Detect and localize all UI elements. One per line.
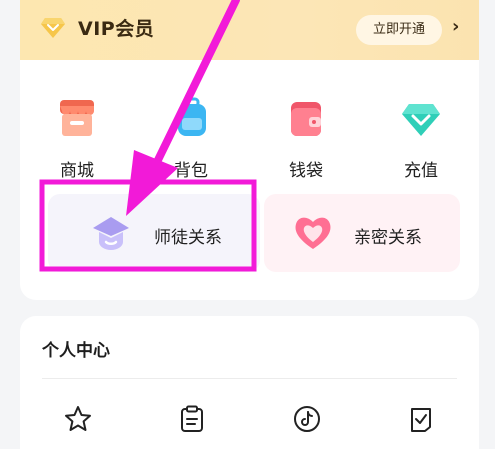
shop-icon <box>60 100 94 136</box>
grid-item-backpack[interactable]: 背包 <box>146 96 236 188</box>
clipboard-icon[interactable] <box>177 404 207 434</box>
feature-card: VIP会员 立即开通 › 商城 背包 钱袋 充值 师徒关系 亲密关系 <box>20 0 479 300</box>
graduation-cap-icon <box>93 217 129 250</box>
grid-item-wallet[interactable]: 钱袋 <box>261 96 351 188</box>
master-apprentice-button[interactable]: 师徒关系 <box>48 194 260 272</box>
vip-diamond-icon <box>41 18 65 38</box>
grid-label: 背包 <box>174 161 208 181</box>
vip-banner[interactable]: VIP会员 立即开通 › <box>20 0 479 60</box>
grid-label: 充值 <box>404 161 438 181</box>
grid-item-shop[interactable]: 商城 <box>32 96 122 188</box>
grid-label: 钱袋 <box>289 161 323 181</box>
backpack-icon <box>178 97 206 136</box>
tiktok-icon[interactable] <box>292 404 322 434</box>
master-apprentice-label: 师徒关系 <box>154 228 222 248</box>
intimate-relation-button[interactable]: 亲密关系 <box>264 194 460 272</box>
chevron-right-icon[interactable]: › <box>452 16 459 37</box>
vip-title: VIP会员 <box>78 18 155 40</box>
checkbox-icon[interactable] <box>406 404 436 434</box>
divider <box>42 378 457 379</box>
grid-item-recharge[interactable]: 充值 <box>376 96 466 188</box>
personal-center-title: 个人中心 <box>42 341 110 361</box>
diamond-icon <box>402 104 440 136</box>
grid-label: 商城 <box>60 161 94 181</box>
personal-center-card: 个人中心 <box>20 316 479 449</box>
wallet-icon <box>291 102 321 136</box>
star-icon[interactable] <box>63 404 93 434</box>
open-vip-button[interactable]: 立即开通 <box>356 15 442 45</box>
heart-icon <box>295 217 331 249</box>
intimate-relation-label: 亲密关系 <box>354 228 422 248</box>
